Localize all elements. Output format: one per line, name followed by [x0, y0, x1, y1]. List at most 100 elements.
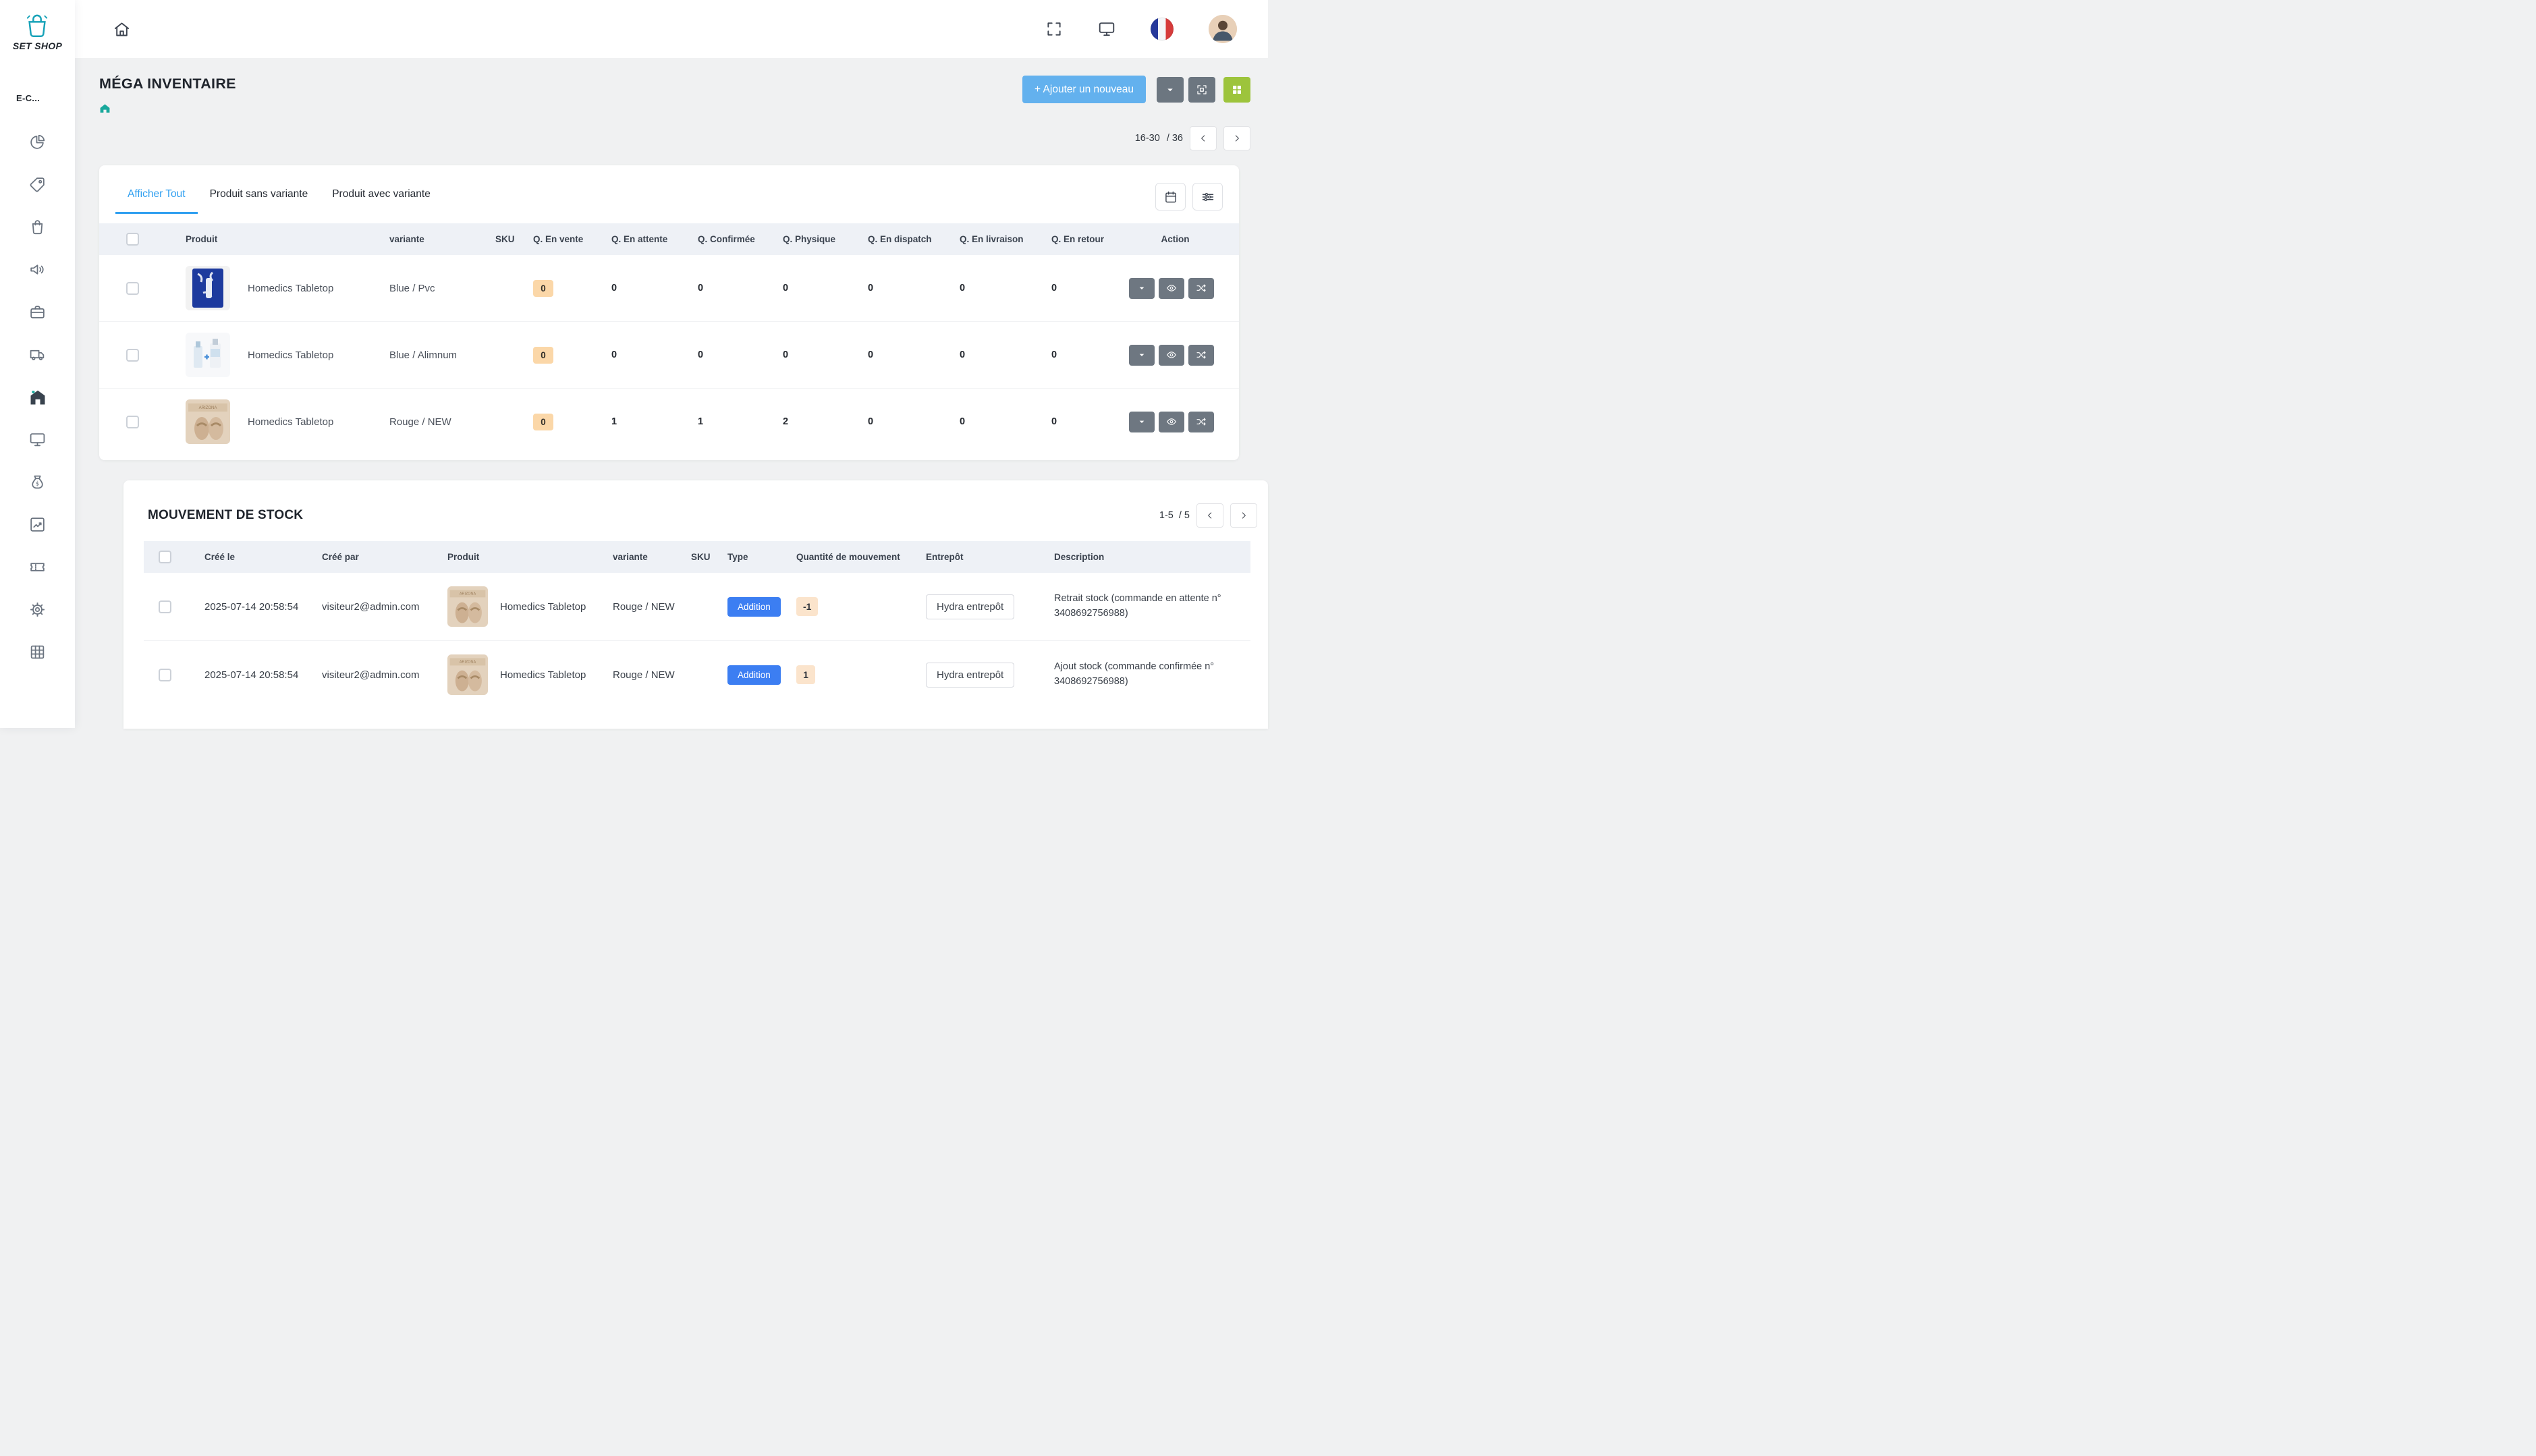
- movement-qty-badge: 1: [796, 665, 815, 684]
- fullscreen-icon: [1045, 20, 1063, 38]
- row-movements-button[interactable]: [1188, 345, 1214, 366]
- row-view-button[interactable]: [1159, 278, 1184, 299]
- warehouse-chip: Hydra entrepôt: [926, 594, 1014, 619]
- product-image: [186, 333, 230, 377]
- col-variante: variante: [606, 541, 684, 573]
- sidebar-item-shipping[interactable]: [0, 333, 75, 376]
- q-pending: 0: [611, 283, 617, 293]
- row-checkbox[interactable]: [126, 416, 139, 428]
- variant: Blue / Pvc: [389, 283, 435, 294]
- shopping-bag-icon: [29, 219, 46, 235]
- home-button[interactable]: [113, 20, 131, 38]
- type-badge: Addition: [727, 597, 781, 617]
- money-bag-icon: [29, 474, 46, 491]
- prev-page-button[interactable]: [1196, 503, 1223, 528]
- sidebar-item-marketing[interactable]: [0, 248, 75, 291]
- row-dropdown-button[interactable]: [1129, 278, 1155, 299]
- movement-description: Ajout stock (commande confirmée n° 34086…: [1054, 660, 1244, 690]
- add-options-dropdown-button[interactable]: [1157, 77, 1184, 103]
- tab-produit-sans-variante[interactable]: Produit sans variante: [198, 183, 321, 214]
- col-produit: Produit: [441, 541, 606, 573]
- pagination-total: / 5: [1179, 510, 1190, 521]
- sidebar-item-orders[interactable]: [0, 291, 75, 333]
- fullscreen-button[interactable]: [1045, 20, 1063, 38]
- table-row: Homedics Tabletop Blue / Alimnum 0 0 0 0…: [99, 322, 1239, 389]
- caret-down-icon: [1164, 84, 1176, 96]
- sidebar-item-reports[interactable]: [0, 503, 75, 546]
- product-name: Homedics Tabletop: [248, 349, 333, 361]
- table-row: Homedics Tabletop Blue / Pvc 0 0 0 0 0 0…: [99, 255, 1239, 322]
- megaphone-icon: [29, 261, 46, 278]
- brand-name: SET SHOP: [13, 40, 62, 51]
- sidebar-item-products[interactable]: [0, 206, 75, 248]
- monitor-icon: [29, 431, 46, 448]
- sidebar-item-dashboard[interactable]: [0, 121, 75, 163]
- row-dropdown-button[interactable]: [1129, 345, 1155, 366]
- row-view-button[interactable]: [1159, 345, 1184, 366]
- product-name: Homedics Tabletop: [500, 669, 586, 681]
- row-view-button[interactable]: [1159, 412, 1184, 432]
- caret-down-icon: [1136, 416, 1147, 427]
- table-row: 2025-07-14 20:58:54 visiteur2@admin.com …: [144, 641, 1250, 709]
- sidebar-item-pos[interactable]: [0, 418, 75, 461]
- user-avatar[interactable]: [1209, 15, 1237, 43]
- col-q-livraison: Q. En livraison: [953, 223, 1045, 255]
- type-badge: Addition: [727, 665, 781, 685]
- apps-grid-icon: [1231, 84, 1243, 96]
- breadcrumb[interactable]: [99, 103, 236, 114]
- tab-produit-avec-variante[interactable]: Produit avec variante: [320, 183, 443, 214]
- stock-movement-title: MOUVEMENT DE STOCK: [148, 508, 303, 523]
- shop-bag-logo-icon: [22, 13, 53, 39]
- sidebar-item-settings[interactable]: [0, 588, 75, 631]
- row-movements-button[interactable]: [1188, 278, 1214, 299]
- stock-movement-card: MOUVEMENT DE STOCK 1-5 / 5 Cr: [123, 480, 1268, 729]
- date-filter-button[interactable]: [1155, 183, 1186, 211]
- chart-line-icon: [29, 516, 46, 533]
- sidebar-item-inventory[interactable]: [0, 376, 75, 418]
- row-checkbox[interactable]: [159, 669, 171, 681]
- q-confirmed: 1: [698, 416, 703, 427]
- briefcase-icon: [29, 304, 46, 320]
- col-cree-par: Créé par: [315, 541, 441, 573]
- movement-pagination: 1-5 / 5: [1159, 503, 1257, 528]
- filters-button[interactable]: [1192, 183, 1223, 211]
- sidebar-item-tags[interactable]: [0, 163, 75, 206]
- brand-logo[interactable]: SET SHOP: [13, 13, 62, 51]
- pagination-range: 16-30: [1135, 133, 1160, 144]
- caret-down-icon: [1136, 283, 1147, 293]
- row-checkbox[interactable]: [126, 349, 139, 362]
- next-page-button[interactable]: [1223, 126, 1250, 150]
- movement-header-row: Créé le Créé par Produit variante SKU Ty…: [144, 541, 1250, 573]
- sidebar-item-catalog[interactable]: [0, 631, 75, 673]
- language-selector[interactable]: [1151, 18, 1174, 40]
- scan-button[interactable]: [1188, 77, 1215, 103]
- col-q-vente: Q. En vente: [526, 223, 605, 255]
- chevron-right-icon: [1238, 510, 1249, 521]
- inventory-card: Afficher Tout Produit sans variante Prod…: [99, 165, 1239, 460]
- col-quantite: Quantité de mouvement: [790, 541, 919, 573]
- sidebar-nav: [0, 121, 75, 673]
- home-icon: [113, 20, 131, 38]
- pos-screen-button[interactable]: [1098, 20, 1115, 38]
- warehouse-home-icon: [28, 388, 47, 407]
- next-page-button[interactable]: [1230, 503, 1257, 528]
- grid-view-button[interactable]: [1223, 77, 1250, 103]
- shuffle-icon: [1196, 349, 1207, 360]
- scan-icon: [1196, 84, 1208, 96]
- add-new-button[interactable]: + Ajouter un nouveau: [1022, 76, 1146, 103]
- select-all-checkbox[interactable]: [126, 233, 139, 246]
- row-dropdown-button[interactable]: [1129, 412, 1155, 432]
- prev-page-button[interactable]: [1190, 126, 1217, 150]
- select-all-checkbox[interactable]: [159, 551, 171, 563]
- tab-afficher-tout[interactable]: Afficher Tout: [115, 183, 198, 214]
- sidebar-item-coupons[interactable]: [0, 546, 75, 588]
- col-q-physique: Q. Physique: [776, 223, 861, 255]
- q-sale-badge: 0: [533, 414, 553, 430]
- row-checkbox[interactable]: [159, 600, 171, 613]
- row-movements-button[interactable]: [1188, 412, 1214, 432]
- row-checkbox[interactable]: [126, 282, 139, 295]
- warehouse-chip: Hydra entrepôt: [926, 663, 1014, 688]
- variant: Rouge / NEW: [613, 669, 675, 681]
- sidebar-item-finance[interactable]: [0, 461, 75, 503]
- q-sale-badge: 0: [533, 347, 553, 364]
